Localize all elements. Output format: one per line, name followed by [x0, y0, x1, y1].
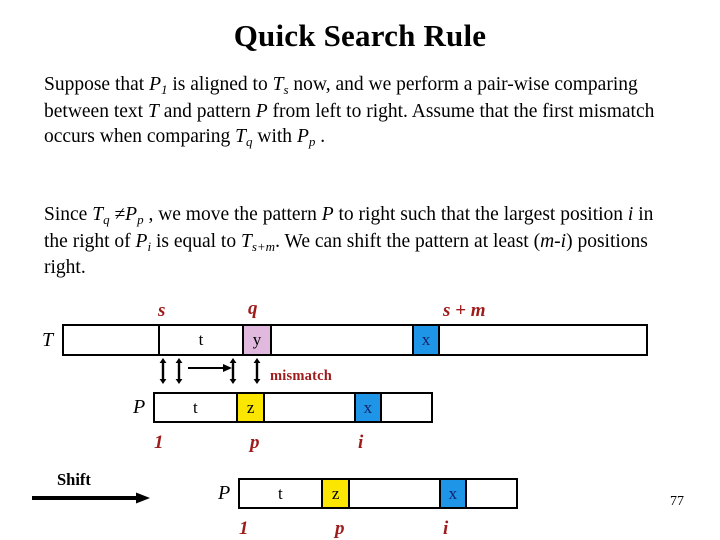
pattern1-cell-2: [265, 394, 357, 421]
label-s-plus-m: s + m: [443, 300, 486, 321]
pattern1-cell-x: x: [356, 394, 382, 421]
quick-search-diagram: s q s + m T t y x mismatch P t z x 1 p i…: [0, 0, 720, 540]
pattern1-cell-t: t: [155, 394, 238, 421]
text-cell-0: [64, 326, 160, 354]
pattern2-cell-t: t: [240, 480, 323, 507]
pattern2-label-p: p: [335, 518, 345, 539]
pattern-strip-2: t z x: [238, 478, 518, 509]
pattern2-label-start: 1: [239, 518, 249, 539]
pattern-row-1-label: P: [133, 396, 146, 418]
pattern1-label-start: 1: [154, 432, 164, 453]
text-cell-x: x: [414, 326, 440, 354]
text-cell-mismatch: y: [244, 326, 272, 354]
compare-direction-arrow-icon: [188, 364, 232, 372]
compare-tick-icon-2: [175, 358, 183, 384]
compare-tick-icon-1: [159, 358, 167, 384]
pattern1-cell-4: [382, 394, 431, 421]
label-s: s: [158, 300, 166, 321]
pattern-row-2-label: P: [218, 482, 231, 504]
pattern2-cell-x: x: [441, 480, 467, 507]
pattern2-cell-4: [467, 480, 516, 507]
mismatch-annotation: mismatch: [270, 368, 333, 384]
text-cell-1: t: [160, 326, 244, 354]
shift-label: Shift: [57, 470, 91, 489]
pattern2-label-i: i: [443, 518, 449, 539]
text-cell-3: [272, 326, 414, 354]
pattern-strip-1: t z x: [153, 392, 433, 423]
label-q: q: [248, 298, 258, 319]
text-row-label: T: [42, 329, 54, 351]
pattern1-label-p: p: [250, 432, 260, 453]
shift-arrow-icon: [32, 492, 150, 504]
compare-tick-icon-4: [253, 358, 261, 384]
pattern1-cell-z: z: [237, 394, 266, 421]
page-number: 77: [670, 494, 684, 509]
pattern2-cell-z: z: [322, 480, 351, 507]
pattern2-cell-2: [350, 480, 442, 507]
pattern1-label-i: i: [358, 432, 364, 453]
text-strip: t y x: [62, 324, 648, 356]
text-cell-5: [440, 326, 646, 354]
